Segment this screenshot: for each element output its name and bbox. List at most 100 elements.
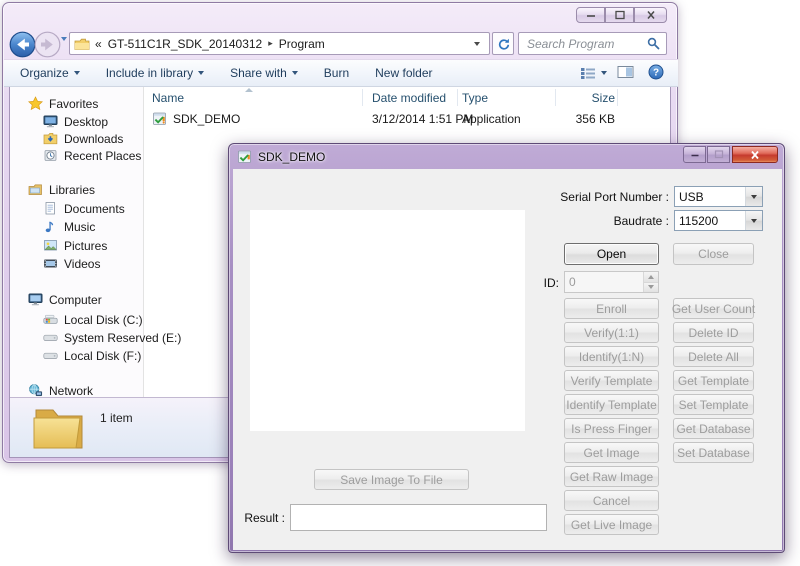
- result-textbox[interactable]: [290, 504, 547, 531]
- include-in-library-menu[interactable]: Include in library: [106, 66, 204, 80]
- document-icon: [43, 201, 58, 216]
- svg-text:?: ?: [653, 67, 659, 78]
- column-header-name[interactable]: Name: [152, 87, 184, 108]
- breadcrumb-current[interactable]: Program: [279, 37, 325, 51]
- change-view-button[interactable]: [579, 66, 607, 80]
- status-item-count: 1 item: [100, 411, 133, 425]
- set-database-button[interactable]: Set Database: [673, 442, 754, 463]
- open-button[interactable]: Open: [564, 243, 659, 265]
- preview-pane-button[interactable]: [617, 65, 634, 82]
- cancel-button[interactable]: Cancel: [564, 490, 659, 511]
- column-header-type[interactable]: Type: [462, 87, 488, 108]
- sdk-demo-dialog: SDK_DEMO Serial Port Number : USB Baudra…: [228, 143, 785, 553]
- get-live-image-button[interactable]: Get Live Image: [564, 514, 659, 535]
- help-icon: ?: [648, 64, 664, 80]
- chevron-down-icon[interactable]: [745, 187, 762, 206]
- chevron-down-icon[interactable]: [745, 211, 762, 230]
- get-database-button[interactable]: Get Database: [673, 418, 754, 439]
- sidebar-item-pictures[interactable]: Pictures: [43, 237, 107, 254]
- refresh-button[interactable]: [492, 32, 514, 55]
- sidebar-item-downloads[interactable]: Downloads: [43, 130, 123, 147]
- breadcrumb-overflow[interactable]: «: [95, 37, 102, 51]
- search-input[interactable]: [525, 36, 647, 52]
- id-spinner[interactable]: 0: [564, 271, 659, 293]
- fingerprint-image-box: [250, 210, 525, 431]
- is-press-finger-button[interactable]: Is Press Finger: [564, 418, 659, 439]
- preview-pane-icon: [617, 65, 634, 79]
- file-date-modified: 3/12/2014 1:51 PM: [372, 109, 473, 128]
- search-box: [518, 32, 667, 55]
- dialog-title: SDK_DEMO: [258, 150, 325, 164]
- refresh-icon: [496, 37, 510, 51]
- file-size: 356 KB: [544, 109, 615, 128]
- address-dropdown-icon[interactable]: [469, 42, 485, 46]
- system-disk-icon: [43, 312, 58, 327]
- sidebar-item-videos[interactable]: Videos: [43, 255, 100, 272]
- delete-all-button[interactable]: Delete All: [673, 346, 754, 367]
- views-icon: [579, 66, 597, 80]
- new-folder-button[interactable]: New folder: [375, 66, 432, 80]
- film-icon: [43, 256, 58, 271]
- save-image-to-file-button[interactable]: Save Image To File: [314, 469, 469, 490]
- baudrate-combobox[interactable]: 115200: [674, 210, 763, 231]
- folder-icon: [74, 37, 90, 51]
- sort-ascending-icon: [245, 88, 253, 92]
- recent-pages-dropdown-icon[interactable]: [61, 41, 67, 59]
- spinner-up-icon[interactable]: [644, 272, 658, 283]
- minimize-icon[interactable]: [683, 146, 706, 163]
- application-icon: [152, 111, 168, 127]
- breadcrumb-separator-icon[interactable]: ▸: [268, 38, 273, 49]
- help-button[interactable]: ?: [648, 64, 664, 83]
- computer-icon: [28, 292, 43, 307]
- maximize-icon[interactable]: [605, 7, 634, 23]
- id-label: ID:: [523, 276, 559, 290]
- get-user-count-button[interactable]: Get User Count: [673, 298, 754, 319]
- set-template-button[interactable]: Set Template: [673, 394, 754, 415]
- get-raw-image-button[interactable]: Get Raw Image: [564, 466, 659, 487]
- sidebar-item-documents[interactable]: Documents: [43, 200, 125, 217]
- disk-icon: [43, 348, 58, 363]
- minimize-icon[interactable]: [576, 7, 605, 23]
- spinner-down-icon[interactable]: [644, 283, 658, 293]
- delete-id-button[interactable]: Delete ID: [673, 322, 754, 343]
- serial-port-combobox[interactable]: USB: [674, 186, 763, 207]
- identify-template-button[interactable]: Identify Template: [564, 394, 659, 415]
- maximize-icon: [707, 146, 730, 163]
- navigation-pane: Favorites Desktop Downloads Recent Place…: [10, 87, 144, 397]
- sidebar-item-desktop[interactable]: Desktop: [43, 113, 108, 130]
- sidebar-item-local-disk-c[interactable]: Local Disk (C:): [43, 311, 143, 328]
- enroll-button[interactable]: Enroll: [564, 298, 659, 319]
- breadcrumb-root[interactable]: GT-511C1R_SDK_20140312: [108, 37, 263, 51]
- organize-menu[interactable]: Organize: [20, 66, 80, 80]
- identify-button[interactable]: Identify(1:N): [564, 346, 659, 367]
- sidebar-item-computer[interactable]: Computer: [28, 291, 102, 308]
- verify-button[interactable]: Verify(1:1): [564, 322, 659, 343]
- share-with-menu[interactable]: Share with: [230, 66, 298, 80]
- sidebar-item-recent-places[interactable]: Recent Places: [43, 147, 141, 164]
- burn-button[interactable]: Burn: [324, 66, 349, 80]
- verify-template-button[interactable]: Verify Template: [564, 370, 659, 391]
- baudrate-label: Baudrate :: [483, 214, 669, 228]
- close-button[interactable]: Close: [673, 243, 754, 265]
- sidebar-item-libraries[interactable]: Libraries: [28, 181, 95, 198]
- result-label: Result :: [238, 511, 285, 525]
- serial-port-label: Serial Port Number :: [483, 190, 669, 204]
- picture-icon: [43, 238, 58, 253]
- sidebar-item-music[interactable]: Music: [43, 218, 95, 235]
- close-icon[interactable]: [634, 7, 667, 23]
- sidebar-item-local-disk-f[interactable]: Local Disk (F:): [43, 347, 141, 364]
- command-toolbar: Organize Include in library Share with B…: [4, 59, 678, 87]
- column-header-date-modified[interactable]: Date modified: [372, 87, 446, 108]
- address-bar[interactable]: « GT-511C1R_SDK_20140312 ▸ Program: [69, 32, 490, 55]
- serial-port-value: USB: [675, 190, 745, 204]
- forward-button[interactable]: [34, 31, 61, 58]
- big-folder-icon: [30, 404, 88, 452]
- get-image-button[interactable]: Get Image: [564, 442, 659, 463]
- close-icon[interactable]: [732, 146, 778, 163]
- get-template-button[interactable]: Get Template: [673, 370, 754, 391]
- back-button[interactable]: [9, 31, 36, 58]
- network-icon: [28, 383, 43, 398]
- libraries-icon: [28, 182, 43, 197]
- sidebar-item-favorites[interactable]: Favorites: [28, 95, 98, 112]
- search-icon[interactable]: [647, 37, 660, 50]
